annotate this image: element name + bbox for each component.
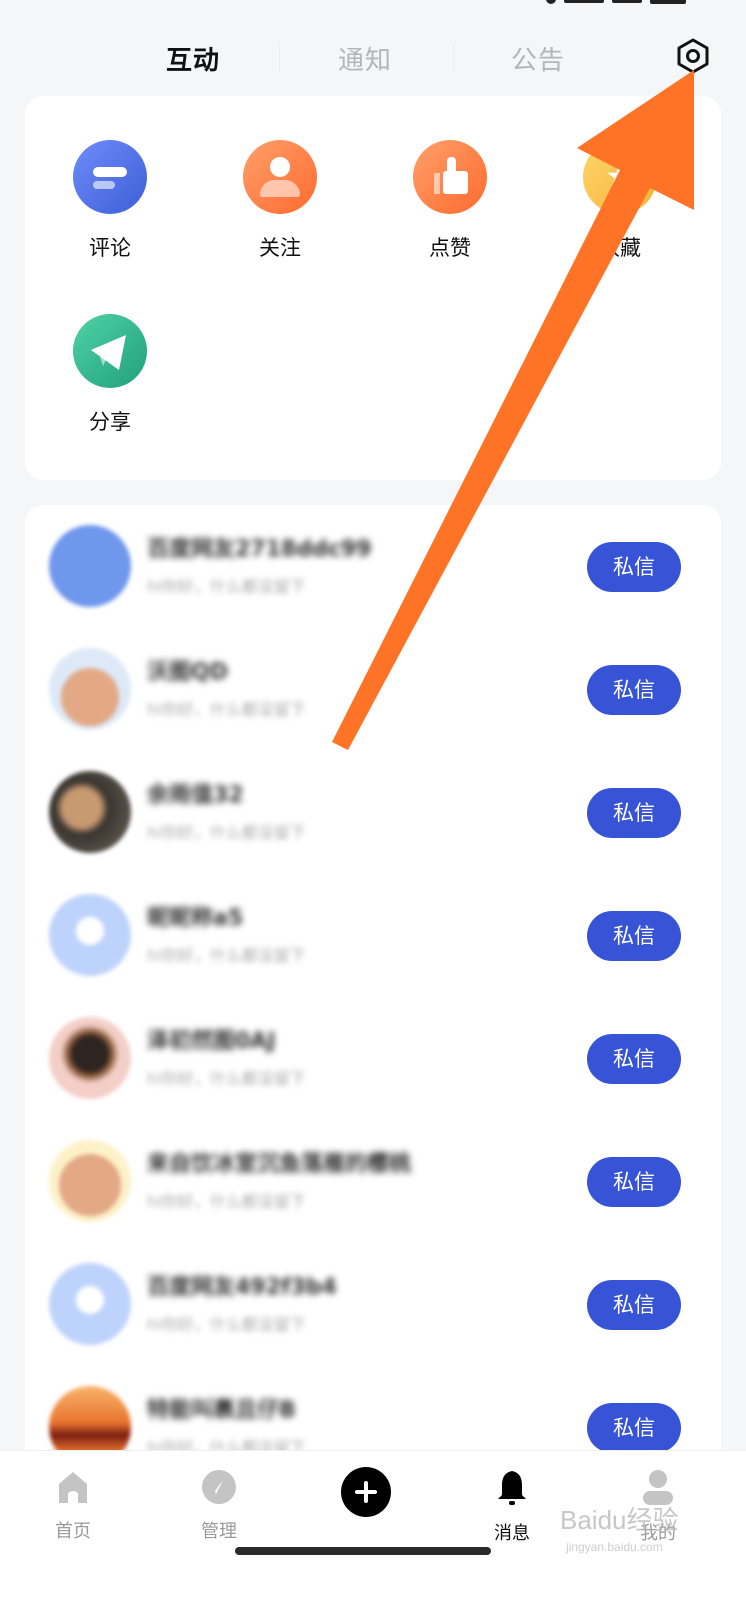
settings-hexagon-icon — [677, 38, 709, 74]
avatar[interactable] — [49, 894, 131, 976]
signal-icon — [546, 0, 556, 4]
tab-divider — [279, 44, 280, 72]
shortcut-favorites[interactable]: ★ 收藏 — [560, 140, 680, 262]
follow-person-icon — [243, 140, 317, 214]
avatar[interactable] — [49, 525, 131, 607]
follower-name: 昵昵称a5 — [147, 906, 244, 931]
direct-message-button[interactable]: 私信 — [587, 665, 681, 715]
list-item[interactable]: 百度网友2718ddc99 hi你好，什么都没留下 私信 — [25, 505, 721, 628]
shortcut-likes[interactable]: 点赞 — [390, 140, 510, 262]
shortcut-comments[interactable]: 评论 — [50, 140, 170, 262]
watermark-url: jingyan.baidu.com — [566, 1540, 663, 1554]
follower-subtitle: hi你好，什么都没留下 — [147, 1315, 306, 1334]
direct-message-button[interactable]: 私信 — [587, 788, 681, 838]
battery-icon — [650, 0, 686, 4]
tab-notifications[interactable]: 通知 — [338, 40, 392, 77]
follower-subtitle: hi你好，什么都没留下 — [147, 1069, 306, 1088]
nav-home[interactable]: 首页 — [33, 1469, 113, 1543]
direct-message-button[interactable]: 私信 — [587, 911, 681, 961]
follower-name: 余雨值32 — [147, 783, 244, 808]
watermark-brand: Baidu经验 — [560, 1505, 679, 1535]
shortcut-label: 评论 — [89, 236, 131, 260]
avatar[interactable] — [49, 1140, 131, 1222]
tab-divider — [453, 44, 454, 72]
list-item[interactable]: 来自饮冰室沉鱼落雁的樱桃 hi你好，什么都没留下 私信 — [25, 1120, 721, 1243]
shortcut-follows[interactable]: 关注 — [220, 140, 340, 262]
nav-label: 首页 — [55, 1521, 91, 1542]
comment-icon — [73, 140, 147, 214]
shortcut-label: 收藏 — [599, 236, 641, 260]
home-indicator[interactable] — [235, 1547, 491, 1555]
nav-manage[interactable]: 管理 — [179, 1469, 259, 1543]
status-bar — [0, 0, 746, 12]
tab-interaction[interactable]: 互动 — [166, 40, 220, 77]
list-item[interactable]: 余雨值32 hi你好，什么都没留下 私信 — [25, 751, 721, 874]
list-item[interactable]: 百度网友492f3b4 hi你好，什么都没留下 私信 — [25, 1243, 721, 1366]
follower-subtitle: hi你好，什么都没留下 — [147, 946, 306, 965]
shortcut-label: 关注 — [259, 236, 301, 260]
bell-icon — [498, 1471, 526, 1505]
settings-button[interactable] — [676, 38, 710, 74]
avatar[interactable] — [49, 1263, 131, 1345]
status-icons — [546, 0, 686, 4]
tab-announcements[interactable]: 公告 — [511, 40, 565, 77]
wifi-icon — [612, 0, 642, 3]
top-tabs: 互动 通知 公告 — [0, 30, 746, 90]
shortcut-label: 分享 — [89, 410, 131, 434]
direct-message-button[interactable]: 私信 — [587, 542, 681, 592]
followers-list: 百度网友2718ddc99 hi你好，什么都没留下 私信 沃图QD hi你好，什… — [25, 505, 721, 1505]
follower-subtitle: hi你好，什么都没留下 — [147, 823, 306, 842]
shortcut-label: 点赞 — [429, 236, 471, 260]
create-post-button[interactable] — [341, 1467, 391, 1517]
shortcut-share[interactable]: 分享 — [50, 314, 170, 436]
avatar[interactable] — [49, 648, 131, 730]
follower-subtitle: hi你好，什么都没留下 — [147, 1192, 306, 1211]
follower-name: 沃图QD — [147, 660, 228, 685]
direct-message-button[interactable]: 私信 — [587, 1034, 681, 1084]
follower-name: 百度网友492f3b4 — [147, 1275, 337, 1300]
follower-subtitle: hi你好，什么都没留下 — [147, 577, 306, 596]
list-item[interactable]: 昵昵称a5 hi你好，什么都没留下 私信 — [25, 874, 721, 997]
paper-plane-icon — [73, 314, 147, 388]
plus-icon — [355, 1481, 377, 1503]
nav-label: 管理 — [201, 1521, 237, 1542]
avatar[interactable] — [49, 1017, 131, 1099]
avatar[interactable] — [49, 771, 131, 853]
thumbs-up-icon — [413, 140, 487, 214]
star-icon: ★ — [583, 140, 657, 214]
interaction-shortcuts-card: 评论 关注 点赞 ★ 收藏 分享 — [25, 96, 721, 480]
follower-name: 特能叫裹且仔B — [147, 1398, 296, 1423]
nav-label: 消息 — [494, 1523, 530, 1544]
direct-message-button[interactable]: 私信 — [587, 1403, 681, 1453]
follower-subtitle: hi你好，什么都没留下 — [147, 700, 306, 719]
home-icon — [59, 1472, 87, 1503]
list-item[interactable]: 泽初然图0AJ hi你好，什么都没留下 私信 — [25, 997, 721, 1120]
follower-name: 来自饮冰室沉鱼落雁的樱桃 — [147, 1152, 412, 1177]
list-item[interactable]: 沃图QD hi你好，什么都没留下 私信 — [25, 628, 721, 751]
direct-message-button[interactable]: 私信 — [587, 1157, 681, 1207]
follower-name: 泽初然图0AJ — [147, 1029, 276, 1054]
direct-message-button[interactable]: 私信 — [587, 1280, 681, 1330]
follower-name: 百度网友2718ddc99 — [147, 537, 372, 562]
nav-messages[interactable]: 消息 — [472, 1469, 552, 1545]
compass-icon — [202, 1470, 236, 1504]
cellular-icon — [564, 0, 604, 3]
